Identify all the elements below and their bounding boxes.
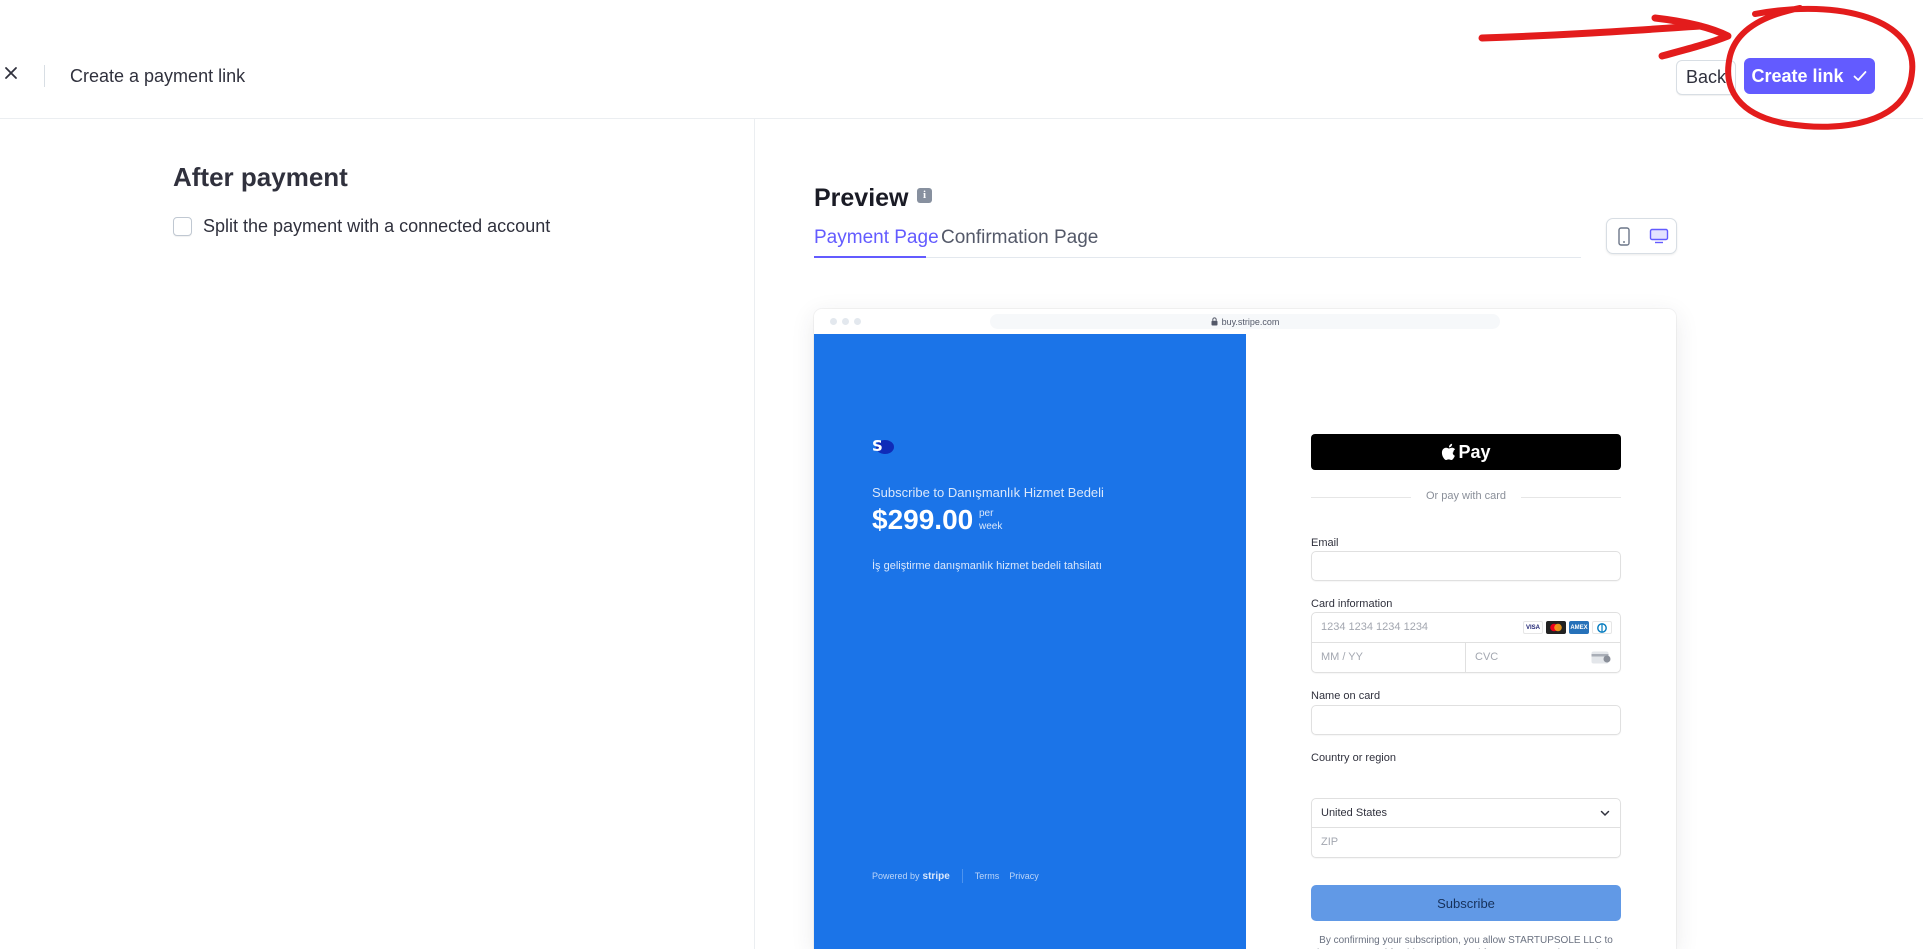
name-on-card-field[interactable] <box>1311 705 1621 735</box>
create-link-button[interactable]: Create link <box>1744 58 1875 94</box>
create-link-label: Create link <box>1751 65 1844 86</box>
column-divider <box>754 119 755 949</box>
card-number-placeholder: 1234 1234 1234 1234 <box>1321 621 1429 633</box>
country-value: United States <box>1321 807 1388 819</box>
desktop-view-button[interactable] <box>1642 219 1677 253</box>
window-dots <box>830 318 861 325</box>
country-region-label: Country or region <box>1311 752 1396 764</box>
mastercard-icon <box>1546 621 1566 634</box>
price: $299.00 <box>872 504 974 535</box>
url-text: buy.stripe.com <box>1221 316 1280 327</box>
expiry-placeholder: MM / YY <box>1321 651 1363 663</box>
country-select[interactable]: United States <box>1312 799 1620 828</box>
lock-icon <box>1211 317 1218 326</box>
powered-by-text: Powered by <box>872 871 920 881</box>
visa-icon: VISA <box>1523 621 1543 634</box>
active-tab-indicator <box>814 256 926 258</box>
chevron-down-icon <box>1600 810 1610 817</box>
stripe-logo: stripe <box>922 870 950 882</box>
zip-input[interactable]: ZIP <box>1312 828 1620 857</box>
url-bar: buy.stripe.com <box>990 314 1500 329</box>
checkout-preview-window: buy.stripe.com S Subscribe to Danışmanlı… <box>814 309 1676 949</box>
subscribe-to-text: Subscribe to Danışmanlık Hizmet Bedeli <box>872 485 1104 500</box>
cvc-card-icon <box>1591 651 1611 664</box>
cvc-placeholder: CVC <box>1475 651 1499 663</box>
tab-payment-page[interactable]: Payment Page <box>814 227 939 249</box>
name-on-card-label: Name on card <box>1311 690 1381 702</box>
address-group: United States ZIP <box>1311 798 1621 858</box>
tab-confirmation-page[interactable]: Confirmation Page <box>941 227 1098 249</box>
info-icon[interactable]: i <box>917 188 932 203</box>
or-pay-text: Or pay with card <box>1417 490 1515 502</box>
email-label: Email <box>1311 537 1339 549</box>
brand-initial: S <box>872 437 883 455</box>
email-field[interactable] <box>1311 551 1621 581</box>
per-text: per <box>979 508 994 519</box>
apple-pay-label: Pay <box>1458 441 1491 462</box>
product-description: İş geliştirme danışmanlık hizmet bedeli … <box>872 560 1102 572</box>
desktop-icon <box>1649 228 1668 244</box>
tabs-divider <box>814 257 1581 258</box>
preview-heading: Preview <box>814 184 909 212</box>
subscription-consent-text: By confirming your subscription, you all… <box>1312 935 1620 949</box>
privacy-link[interactable]: Privacy <box>1009 871 1039 881</box>
apple-pay-button[interactable]: Pay <box>1311 434 1621 470</box>
card-number-input[interactable]: 1234 1234 1234 1234 VISA AMEX <box>1312 613 1620 643</box>
week-text: week <box>979 521 1003 532</box>
product-panel: S Subscribe to Danışmanlık Hizmet Bedeli… <box>814 334 1246 949</box>
business-logo: S <box>872 437 894 455</box>
device-toggle <box>1606 218 1677 254</box>
diners-club-icon <box>1592 621 1612 634</box>
apple-icon <box>1442 443 1456 460</box>
split-payment-option[interactable]: Split the payment with a connected accou… <box>173 216 550 237</box>
card-cvc-input[interactable]: CVC <box>1466 643 1620 672</box>
check-icon <box>1853 71 1866 81</box>
zip-placeholder: ZIP <box>1321 836 1339 848</box>
split-payment-label: Split the payment with a connected accou… <box>203 216 551 236</box>
terms-link[interactable]: Terms <box>975 871 1000 881</box>
mobile-view-button[interactable] <box>1607 219 1642 253</box>
browser-bar: buy.stripe.com <box>814 309 1676 334</box>
card-information-label: Card information <box>1311 598 1393 610</box>
header-divider <box>44 65 45 87</box>
after-payment-heading: After payment <box>173 162 348 192</box>
split-payment-checkbox[interactable] <box>173 217 192 236</box>
mobile-icon <box>1618 226 1630 246</box>
subscribe-button[interactable]: Subscribe <box>1311 885 1621 921</box>
billing-period: per week <box>979 507 1002 533</box>
checkout-footer: Powered by stripe Terms Privacy <box>872 869 1049 883</box>
card-expiry-input[interactable]: MM / YY <box>1312 643 1466 672</box>
powered-by-stripe[interactable]: Powered by stripe <box>872 871 950 882</box>
card-brand-icons: VISA AMEX <box>1523 621 1612 634</box>
back-button[interactable]: Back <box>1676 60 1736 95</box>
close-icon[interactable] <box>2 64 22 84</box>
top-bar: Create a payment link Back Create link <box>0 0 1923 119</box>
amex-icon: AMEX <box>1569 621 1589 634</box>
page-title: Create a payment link <box>70 66 246 86</box>
card-information-group: 1234 1234 1234 1234 VISA AMEX MM / YY CV… <box>1311 612 1621 673</box>
or-pay-divider: Or pay with card <box>1311 490 1621 504</box>
